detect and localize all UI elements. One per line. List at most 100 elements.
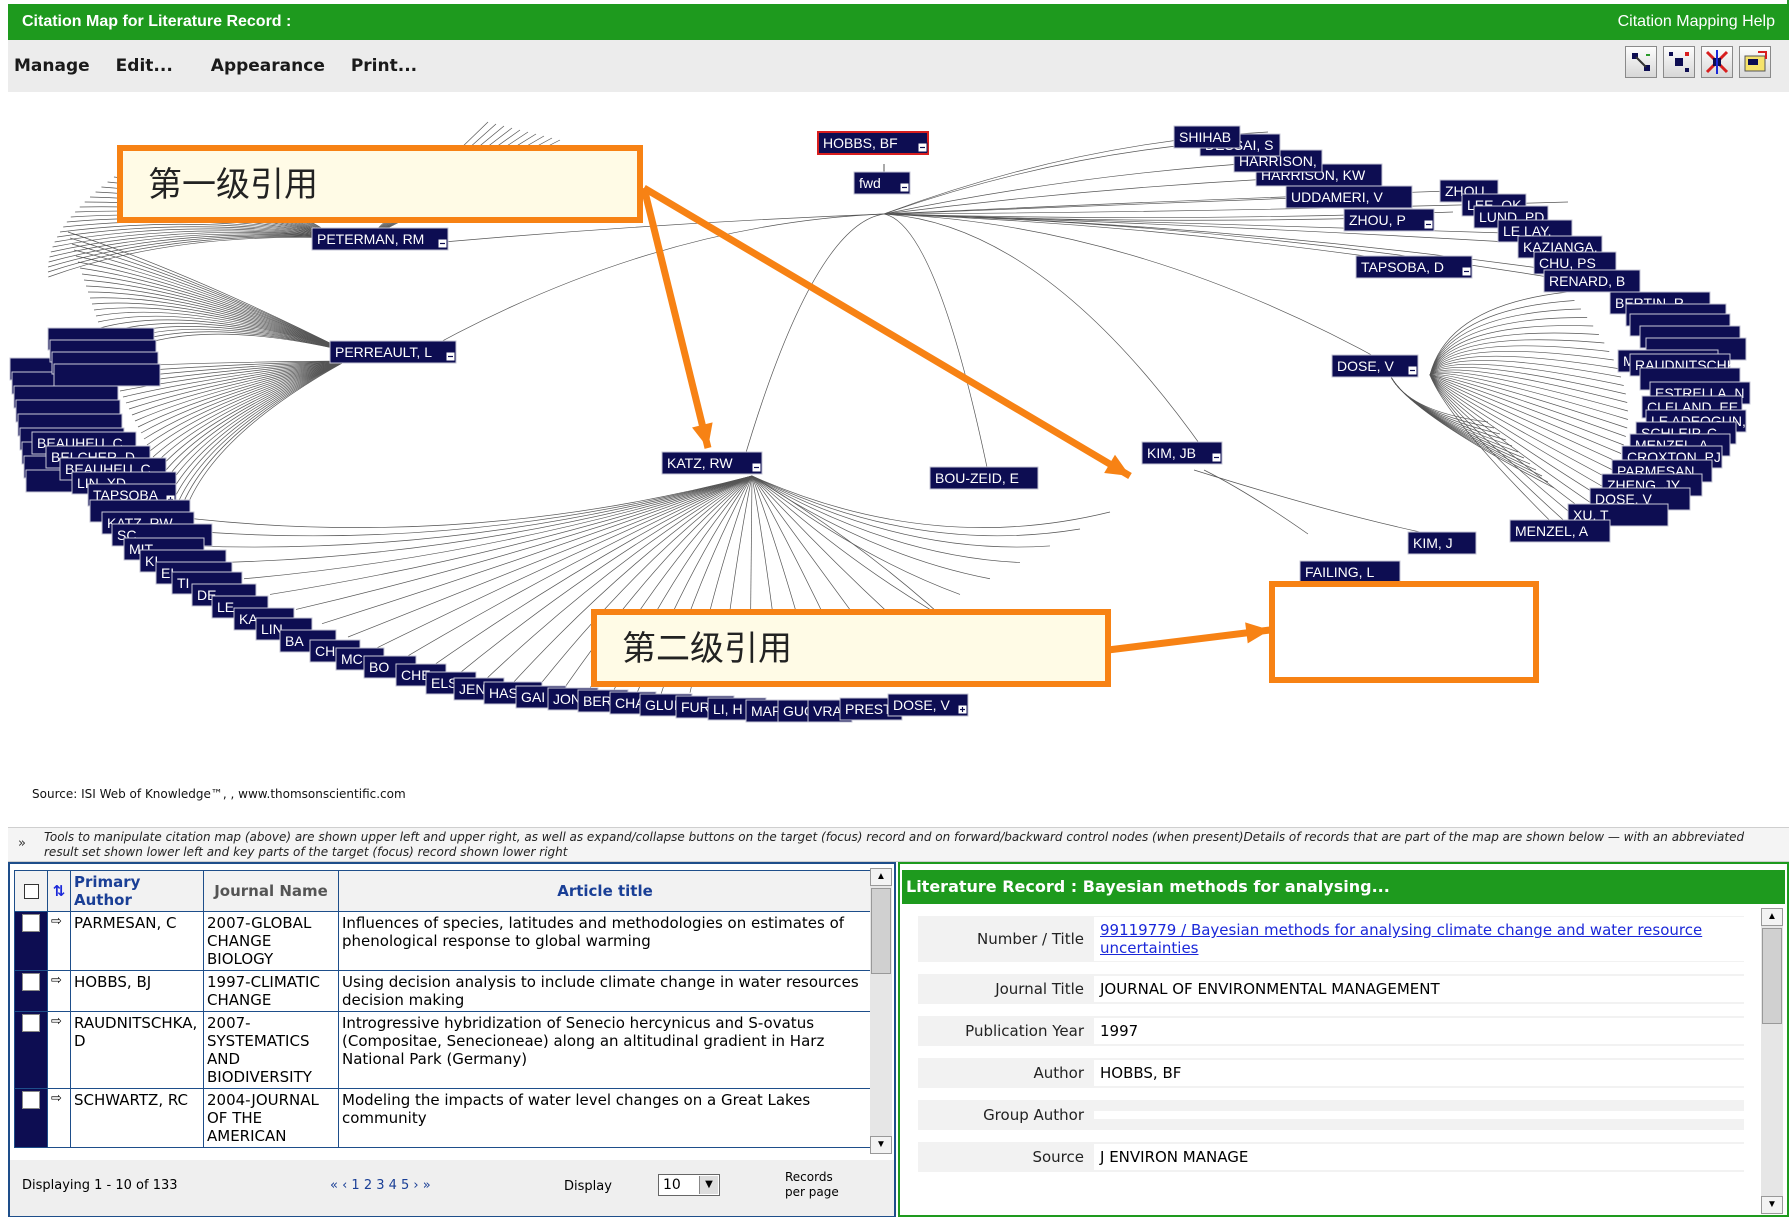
node-label: SHIHAB xyxy=(1179,129,1231,145)
node-label: CHU, PS xyxy=(1539,255,1596,271)
map-node[interactable]: PERREAULT, L xyxy=(329,340,457,364)
row-arrow-icon[interactable]: ⇨ xyxy=(47,1088,71,1148)
table-row[interactable]: ⇨ PARMESAN, C 2007-GLOBAL CHANGE BIOLOGY In… xyxy=(14,911,872,971)
detail-row: Author HOBBS, BF xyxy=(918,1058,1744,1088)
record-title-link[interactable]: 99119779 / Bayesian methods for analysin… xyxy=(1094,917,1744,961)
detail-row: Number / Title 99119779 / Bayesian method… xyxy=(918,916,1744,962)
citation-edge xyxy=(1429,374,1575,531)
row-checkbox[interactable] xyxy=(14,1011,48,1089)
table-row[interactable]: ⇨ SCHWARTZ, RC 2004-JOURNAL OF THE AMERICA… xyxy=(14,1088,872,1148)
help-hint: » Tools to manipulate citation map (abov… xyxy=(8,827,1789,862)
detail-value: 1997 xyxy=(1094,1018,1744,1044)
column-journal-name[interactable]: Journal Name xyxy=(203,870,339,912)
citation-edge xyxy=(167,360,347,488)
node-label: CH xyxy=(315,643,335,659)
map-node[interactable]: ZHOU, P xyxy=(1343,208,1435,232)
detail-scrollbar[interactable]: ▲ ▼ xyxy=(1761,908,1783,1214)
map-node[interactable]: RENARD, B xyxy=(1543,269,1641,293)
detail-label: Journal Title xyxy=(995,980,1084,998)
detail-value: JOURNAL OF ENVIRONMENTAL MANAGEMENT xyxy=(1094,976,1744,1002)
map-node[interactable]: SHIHAB xyxy=(1173,125,1241,149)
row-arrow-icon[interactable]: ⇨ xyxy=(47,1011,71,1089)
citation-edge xyxy=(883,213,1391,366)
scroll-down-icon[interactable]: ▼ xyxy=(1761,1196,1783,1214)
row-checkbox[interactable] xyxy=(14,911,48,971)
sort-arrows-icon[interactable]: ⇅ xyxy=(47,870,71,912)
records-scrollbar[interactable]: ▲ ▼ xyxy=(870,868,892,1154)
scroll-up-icon[interactable]: ▲ xyxy=(1761,908,1783,926)
citation-edge xyxy=(883,195,1349,215)
row-author: HOBBS, BJ xyxy=(70,970,204,1012)
citation-edge xyxy=(1193,469,1421,533)
scroll-thumb[interactable] xyxy=(871,888,891,974)
map-node[interactable]: DOSE, V xyxy=(887,693,969,717)
records-body: ⇨ PARMESAN, C 2007-GLOBAL CHANGE BIOLOGY In… xyxy=(14,911,872,1148)
detail-row: Publication Year 1997 xyxy=(918,1016,1744,1046)
pagination[interactable]: « ‹ 1 2 3 4 5 › » xyxy=(330,1178,431,1193)
row-arrow-icon[interactable]: ⇨ xyxy=(47,911,71,971)
row-journal: 2007-GLOBAL CHANGE BIOLOGY xyxy=(203,911,339,971)
map-node[interactable]: KIM, JB xyxy=(1141,441,1223,465)
map-node[interactable]: UDDAMERI, V xyxy=(1285,185,1413,209)
map-node[interactable]: FAILING, L xyxy=(1299,560,1401,584)
network-tool-icon[interactable] xyxy=(1701,46,1733,78)
map-node[interactable]: TAPSOBA, D xyxy=(1355,255,1473,279)
detail-label: Publication Year xyxy=(965,1022,1084,1040)
map-node[interactable]: DOSE, V xyxy=(1331,354,1419,378)
map-node[interactable]: HOBBS, BF xyxy=(817,131,929,155)
select-all-checkbox[interactable] xyxy=(14,870,48,912)
table-row[interactable]: ⇨ HOBBS, BJ 1997-CLIMATIC CHANGE Using deci… xyxy=(14,970,872,1012)
node-label: KIM, J xyxy=(1413,535,1453,551)
collapse-tool-icon[interactable] xyxy=(1663,46,1695,78)
help-link[interactable]: Citation Mapping Help xyxy=(1618,13,1775,31)
menu-manage[interactable]: Manage xyxy=(14,56,90,76)
map-node[interactable]: MENZEL, A xyxy=(1509,519,1611,543)
menu-edit[interactable]: Edit... xyxy=(116,56,173,76)
detail-fields: Number / Title 99119779 / Bayesian method… xyxy=(918,916,1744,1184)
node-label: LE xyxy=(217,599,234,615)
citation-edge xyxy=(182,360,347,518)
arrow-to-kim xyxy=(642,184,1132,480)
node-label: JEN xyxy=(459,681,485,697)
table-row[interactable]: ⇨ RAUDNITSCHKA, D 2007-SYSTEMATICS AND BIO… xyxy=(14,1011,872,1089)
detail-label: Number / Title xyxy=(977,930,1084,948)
column-article-title[interactable]: Article title xyxy=(338,870,872,912)
detail-label: Group Author xyxy=(983,1106,1084,1124)
arrow-to-second xyxy=(1107,626,1271,654)
scroll-up-icon[interactable]: ▲ xyxy=(870,868,892,886)
per-page-select[interactable]: 10 ▼ xyxy=(658,1174,720,1196)
arrow-to-katz xyxy=(640,187,712,449)
node-label: DOSE, V xyxy=(1337,358,1394,374)
records-footer: Displaying 1 - 10 of 133 « ‹ 1 2 3 4 5 ›… xyxy=(10,1160,894,1216)
map-node[interactable] xyxy=(53,363,161,387)
citation-edge xyxy=(751,475,901,624)
column-primary-author[interactable]: Primary Author xyxy=(70,870,204,912)
scroll-down-icon[interactable]: ▼ xyxy=(870,1136,892,1154)
map-node[interactable]: fwd xyxy=(853,171,911,195)
row-checkbox[interactable] xyxy=(14,970,48,1012)
map-node[interactable]: KATZ, RW xyxy=(661,451,763,475)
node-label: HOBBS, BF xyxy=(823,135,898,151)
node-label: PERREAULT, L xyxy=(335,344,432,360)
scroll-thumb[interactable] xyxy=(1762,928,1782,1024)
row-journal: 1997-CLIMATIC CHANGE xyxy=(203,970,339,1012)
menu-print[interactable]: Print... xyxy=(351,56,417,76)
collapse-chevron-icon[interactable]: » xyxy=(18,836,26,851)
map-node[interactable]: PETERMAN, RM xyxy=(311,227,449,251)
row-title: Influences of species, latitudes and met… xyxy=(338,911,872,971)
row-checkbox[interactable] xyxy=(14,1088,48,1148)
detail-panel: Literature Record : Bayesian methods for… xyxy=(898,862,1789,1217)
expand-tool-icon[interactable] xyxy=(1625,46,1657,78)
detail-label: Author xyxy=(1033,1064,1084,1082)
node-box[interactable] xyxy=(53,363,161,387)
menu-appearance[interactable]: Appearance xyxy=(211,56,325,76)
map-node[interactable]: KIM, J xyxy=(1407,531,1477,555)
map-node[interactable]: BOU-ZEID, E xyxy=(929,466,1039,490)
citation-edge xyxy=(1389,374,1537,471)
row-title: Using decision analysis to include clima… xyxy=(338,970,872,1012)
chevron-down-icon[interactable]: ▼ xyxy=(699,1176,718,1194)
row-arrow-icon[interactable]: ⇨ xyxy=(47,970,71,1012)
node-label: JON xyxy=(553,691,581,707)
export-tool-icon[interactable] xyxy=(1739,46,1771,78)
node-label: TAPSOBA, D xyxy=(1361,259,1444,275)
